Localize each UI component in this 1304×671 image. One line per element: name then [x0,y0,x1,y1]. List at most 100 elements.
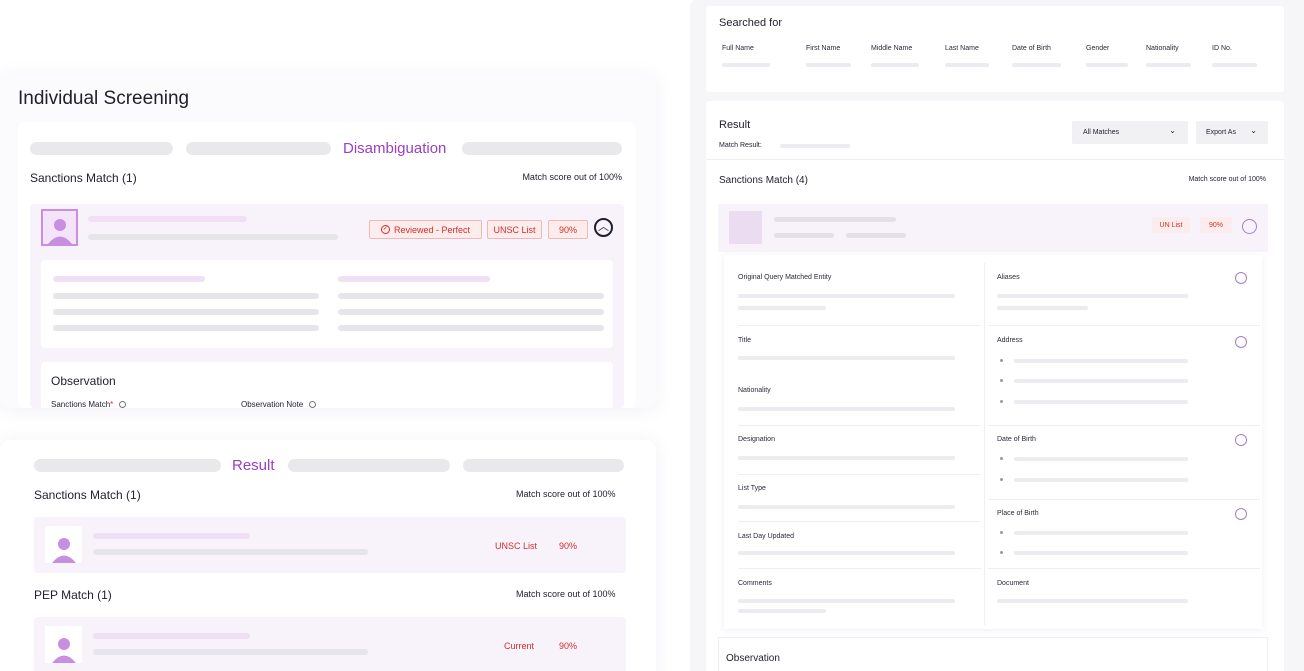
placeholder-line [1212,63,1257,67]
entity-details: Original Query Matched Entity Title Nati… [724,255,1262,629]
collapse-address-icon[interactable] [1235,336,1247,348]
disambiguation-card: Disambiguation Sanctions Match (1) Match… [18,122,636,409]
divider [988,425,1260,426]
field-date-of-birth: Date of Birth [997,436,1036,443]
placeholder-line [997,294,1188,298]
sanctions-section-title: Sanctions Match (4) [719,175,808,186]
placeholder-line [1014,531,1188,535]
placeholder-line [871,63,919,67]
divider [988,568,1260,569]
bullet [1000,400,1003,403]
match-details [41,260,613,348]
placeholder-line [997,306,1088,310]
placeholder-line [53,309,319,315]
placeholder-line [93,549,368,555]
divider [988,325,1260,326]
searched-for-card: Searched for Full Name First Name Middle… [706,6,1284,92]
chevron-down-icon: ⌄ [1250,126,1257,135]
placeholder-line [774,217,896,222]
person-avatar [41,209,78,246]
observation-section: Observation Sanctions Match* Observation… [41,362,613,409]
page-title: Individual Screening [18,88,190,109]
section-title: Sanctions Match (1) [30,171,137,185]
pep-score-note: Match score out of 100% [516,589,616,599]
placeholder-line [1012,63,1061,67]
chevron-down-icon: ⌄ [1169,126,1176,135]
col-nationality: Nationality [1146,45,1179,52]
placeholder-line [338,309,604,315]
divider [988,499,1260,500]
placeholder-line [53,276,205,282]
placeholder-line [338,276,490,282]
person-avatar [45,626,82,663]
field-document: Document [997,580,1029,587]
col-full-name: Full Name [722,45,754,52]
placeholder-line [88,216,247,222]
step-1[interactable] [34,459,221,472]
step-2[interactable] [186,142,331,155]
col-last-name: Last Name [945,45,979,52]
placeholder-line [338,325,604,331]
match-row[interactable]: ✓ Reviewed - Perfect UNSC List 90% ︿ Obs… [30,204,624,409]
field-place-of-birth: Place of Birth [997,510,1039,517]
step-disambiguation[interactable]: Disambiguation [343,140,446,157]
placeholder-line [93,649,368,655]
sanctions-score-note: Match score out of 100% [516,489,616,499]
placeholder-line [53,293,319,299]
bullet [1000,359,1003,362]
placeholder-line [738,306,826,310]
un-match-row[interactable]: UN List 90% [718,204,1268,252]
field-nationality: Nationality [738,387,771,394]
export-button[interactable]: Export As ⌄ [1196,121,1268,144]
result-title: Result [719,119,751,131]
bullet [1000,478,1003,481]
searched-for-title: Searched for [719,17,782,29]
field-last-day-updated: Last Day Updated [738,533,795,540]
pep-status-label: Current [504,641,535,651]
divider [706,159,1284,160]
reviewed-badge: ✓ Reviewed - Perfect [369,220,482,239]
divider [738,568,981,569]
collapse-toggle-icon[interactable] [1242,219,1257,234]
collapse-dob-icon[interactable] [1235,434,1247,446]
step-3[interactable] [288,459,450,472]
score-label: 90% [559,541,578,551]
collapse-pob-icon[interactable] [1235,508,1247,520]
placeholder-line [88,234,338,240]
bullet [1000,531,1003,534]
placeholder-line [738,599,955,603]
sanctions-match-row[interactable]: UNSC List 90% [34,517,626,573]
field-comments: Comments [738,580,772,587]
observation-title: Observation [726,653,780,664]
placeholder-line [738,551,955,555]
placeholder-line [338,293,604,299]
placeholder-line [1014,400,1188,404]
collapse-aliases-icon[interactable] [1235,272,1247,284]
all-matches-select[interactable]: All Matches ⌄ [1072,121,1188,144]
step-result[interactable]: Result [232,457,275,474]
placeholder-line [774,233,834,238]
bullet [1000,457,1003,460]
placeholder-line [738,505,955,509]
placeholder-line [93,633,250,639]
field-title: Title [738,337,751,344]
step-4[interactable] [463,459,624,472]
sanctions-section-title: Sanctions Match (1) [34,488,141,502]
pep-match-row[interactable]: Current 90% [34,617,626,671]
placeholder-line [1014,379,1188,383]
score-note: Match score out of 100% [522,172,622,182]
collapse-toggle-icon[interactable]: ︿ [594,218,613,237]
match-result-label: Match Result: [719,142,762,149]
observation-section: Observation [718,637,1268,671]
step-4[interactable] [462,142,622,155]
col-dob: Date of Birth [1012,45,1051,52]
entity-thumbnail [729,211,762,244]
score-note: Match score out of 100% [1188,176,1266,183]
divider [738,521,981,522]
placeholder-line [1086,63,1128,67]
placeholder-line [945,63,989,67]
field-original-query: Original Query Matched Entity [738,274,832,281]
step-1[interactable] [30,142,173,155]
placeholder-line [93,533,250,539]
placeholder-line [1014,457,1188,461]
